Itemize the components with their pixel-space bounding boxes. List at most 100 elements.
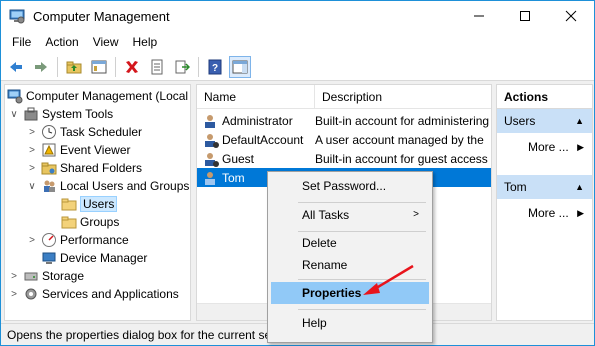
collapse-triangle-icon[interactable]: ▲: [575, 175, 584, 199]
tree-node-system-tools[interactable]: ∨ System Tools: [9, 105, 113, 123]
list-header: Name Description: [197, 85, 491, 109]
user-description: Built-in account for guest access: [315, 151, 488, 166]
tree-node-computer-management[interactable]: Computer Management (Local: [7, 87, 188, 105]
toolbar-separator: [115, 56, 116, 77]
properties-button[interactable]: [146, 56, 168, 78]
user-icon: [205, 152, 219, 167]
minimize-icon: [474, 15, 484, 17]
tree-node-local-users-and-groups[interactable]: ∨ Local Users and Groups: [27, 177, 189, 195]
user-icon: [205, 133, 219, 148]
submenu-arrow-icon: ▶: [577, 142, 584, 152]
user-name: Tom: [222, 170, 245, 185]
tree-node-performance[interactable]: > Performance: [27, 231, 129, 249]
user-description: Built-in account for administering: [315, 113, 490, 128]
red-annotation-arrow: [363, 264, 414, 295]
menu-file[interactable]: File: [5, 35, 38, 49]
toolbar-separator: [198, 56, 199, 77]
console-tree-icon: [91, 60, 107, 73]
expand-chevron-icon[interactable]: >: [27, 235, 37, 246]
collapse-triangle-icon[interactable]: ▲: [575, 109, 584, 133]
users-group-icon: [44, 180, 55, 192]
action-pane-icon: [232, 60, 248, 73]
close-button[interactable]: [548, 1, 594, 31]
tree-node-event-viewer[interactable]: > Event Viewer: [27, 141, 130, 159]
shared-folder-icon: [41, 162, 57, 175]
tree-node-storage[interactable]: > Storage: [9, 267, 84, 285]
user-icon: [205, 114, 215, 128]
console-tree: Computer Management (Local ∨ System Tool…: [4, 84, 191, 321]
performance-icon: [42, 233, 56, 247]
properties-sheet-icon: [151, 59, 163, 74]
maximize-icon: [520, 11, 530, 21]
actions-header: Actions: [497, 85, 592, 109]
tree-node-shared-folders[interactable]: > Shared Folders: [27, 159, 142, 177]
folder-icon: [61, 216, 77, 229]
collapse-chevron-icon[interactable]: ∨: [27, 181, 37, 192]
menu-item-delete[interactable]: Delete: [271, 232, 429, 254]
menu-item-help[interactable]: Help: [271, 312, 429, 334]
toolbar-separator: [57, 56, 58, 77]
menu-view[interactable]: View: [86, 35, 126, 49]
list-row-administrator[interactable]: Administrator Built-in account for admin…: [197, 111, 491, 130]
column-header-description[interactable]: Description: [315, 85, 491, 109]
menu-separator: [298, 309, 426, 310]
tree-node-services-and-applications[interactable]: > Services and Applications: [9, 285, 179, 303]
up-level-button[interactable]: [63, 56, 85, 78]
context-menu: Set Password... All Tasks > Delete Renam…: [267, 171, 433, 343]
expand-chevron-icon[interactable]: >: [27, 127, 37, 138]
show-hide-action-pane-button[interactable]: [229, 55, 251, 78]
event-viewer-icon: [42, 143, 56, 157]
device-manager-icon: [42, 252, 56, 264]
back-button[interactable]: [5, 56, 27, 78]
more-actions-tom[interactable]: More ... ▶: [497, 199, 592, 227]
tree-node-task-scheduler[interactable]: > Task Scheduler: [27, 123, 142, 141]
more-actions-users[interactable]: More ... ▶: [497, 133, 592, 161]
actions-section-tom[interactable]: Tom ▲: [497, 175, 592, 199]
actions-section-users[interactable]: Users ▲: [497, 109, 592, 133]
forward-arrow-icon: [35, 61, 47, 72]
tree-node-groups[interactable]: Groups: [61, 213, 119, 231]
expand-chevron-icon[interactable]: >: [27, 163, 37, 174]
submenu-chevron-icon: >: [413, 209, 419, 220]
back-arrow-icon: [10, 61, 22, 72]
list-row-guest[interactable]: Guest Built-in account for guest access: [197, 149, 491, 168]
svg-text:?: ?: [212, 63, 218, 74]
menu-item-all-tasks[interactable]: All Tasks >: [271, 204, 429, 226]
computer-management-icon: [7, 89, 23, 104]
user-name: DefaultAccount: [222, 132, 304, 147]
tree-node-device-manager[interactable]: Device Manager: [41, 249, 147, 267]
maximize-button[interactable]: [502, 1, 548, 31]
folder-icon: [61, 198, 77, 211]
show-hide-tree-button[interactable]: [88, 56, 110, 78]
tree-node-users[interactable]: Users: [61, 195, 118, 213]
expand-chevron-icon[interactable]: >: [9, 271, 19, 282]
expand-chevron-icon[interactable]: >: [9, 289, 19, 300]
title-bar: Computer Management: [1, 1, 594, 31]
forward-button[interactable]: [30, 56, 52, 78]
help-book-icon: ?: [208, 59, 222, 74]
menu-item-set-password[interactable]: Set Password...: [271, 175, 429, 197]
clock-icon: [42, 125, 56, 139]
submenu-arrow-icon: ▶: [577, 208, 584, 218]
menu-action[interactable]: Action: [38, 35, 85, 49]
collapse-chevron-icon[interactable]: ∨: [9, 109, 19, 120]
export-list-button[interactable]: [171, 56, 193, 78]
user-icon: [205, 171, 215, 185]
menu-bar: File Action View Help: [1, 31, 594, 53]
minimize-button[interactable]: [456, 1, 502, 31]
menu-help[interactable]: Help: [126, 35, 165, 49]
list-row-defaultaccount[interactable]: DefaultAccount A user account managed by…: [197, 130, 491, 149]
actions-pane: Actions Users ▲ More ... ▶ Tom ▲ More ..…: [496, 84, 593, 321]
window-title: Computer Management: [33, 8, 170, 24]
delete-button[interactable]: [121, 56, 143, 78]
services-icon: [25, 288, 37, 300]
menu-separator: [298, 202, 426, 203]
user-name: Guest: [222, 151, 255, 166]
expand-chevron-icon[interactable]: >: [27, 145, 37, 156]
column-header-name[interactable]: Name: [197, 85, 315, 109]
close-icon: [565, 10, 577, 22]
system-tools-icon: [24, 107, 38, 121]
help-button[interactable]: ?: [204, 56, 226, 78]
user-description: A user account managed by the: [315, 132, 484, 147]
user-name: Administrator: [222, 113, 293, 128]
